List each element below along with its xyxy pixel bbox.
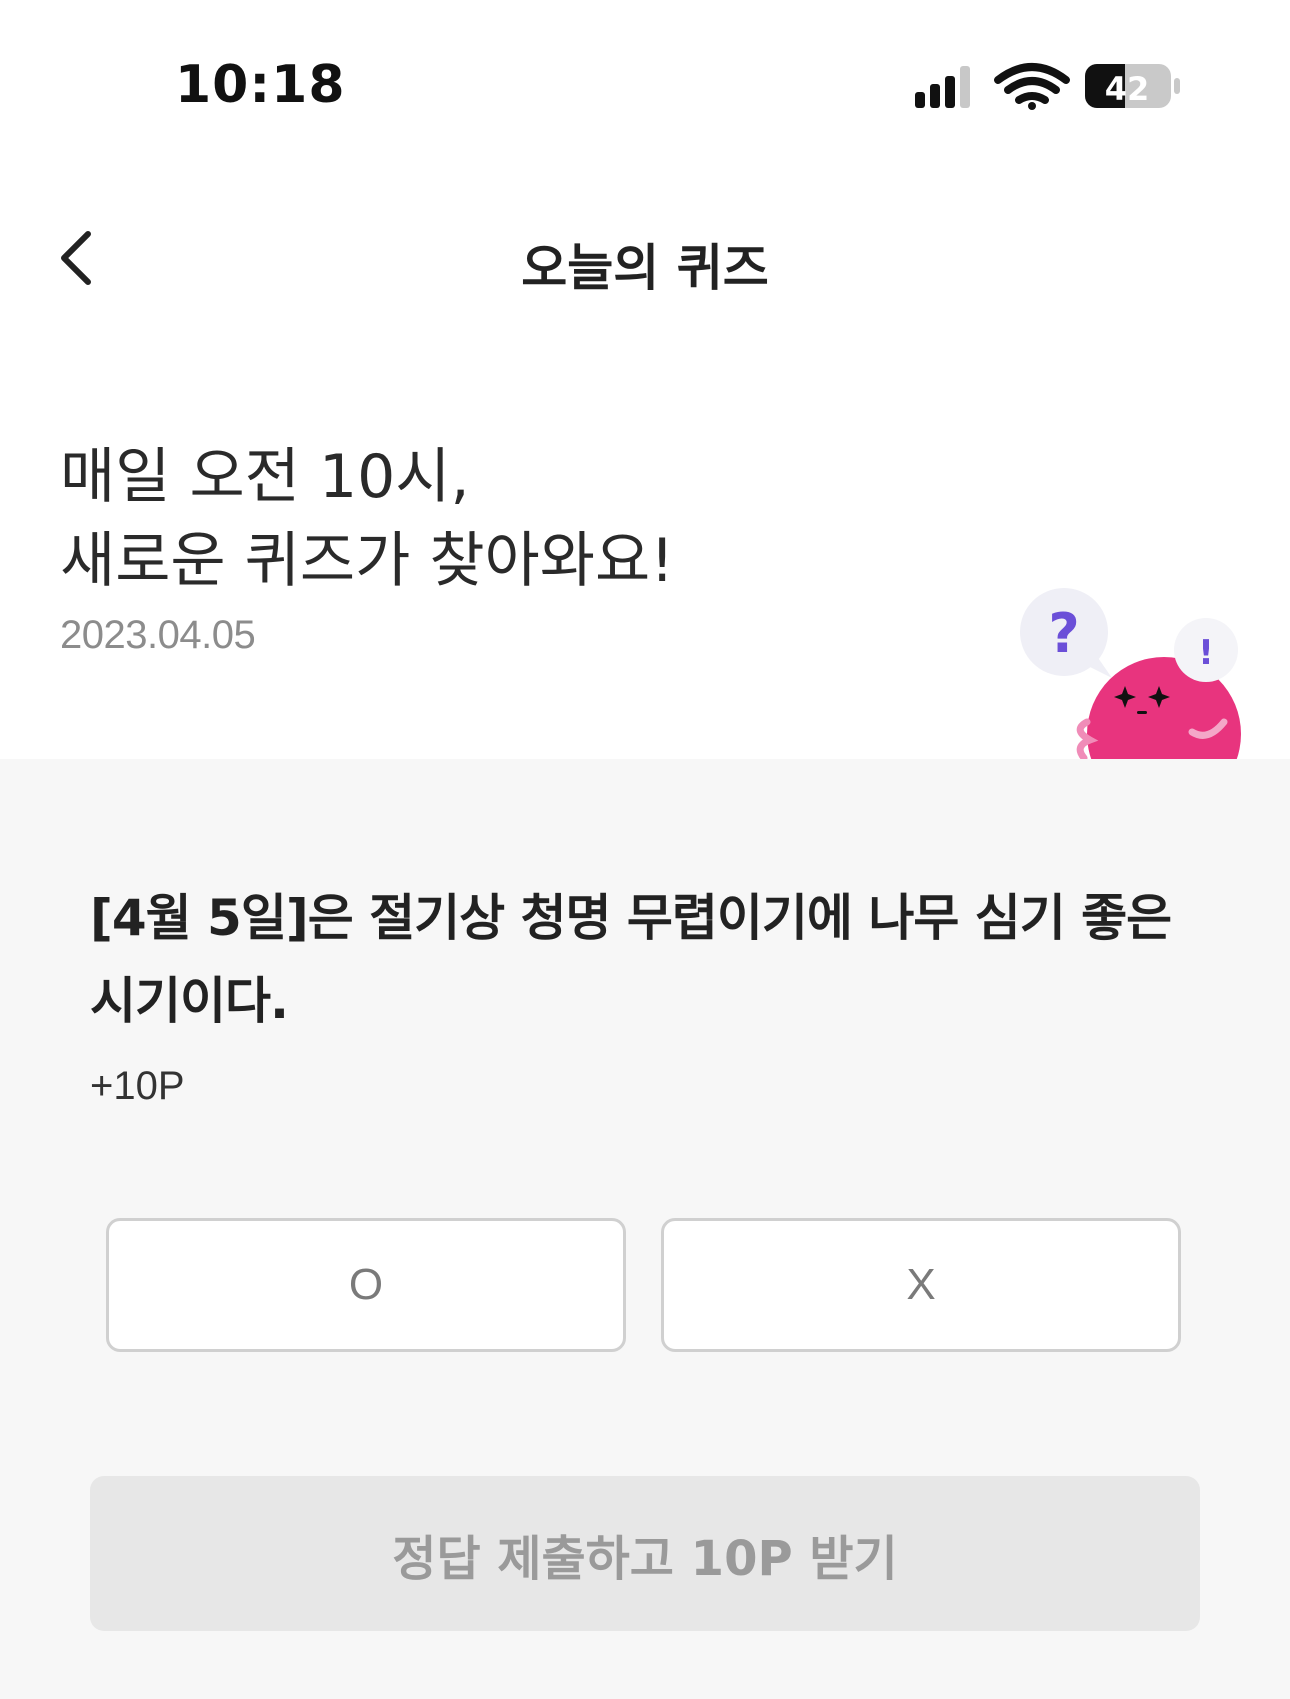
mascot-illustration: ? ! [1020, 588, 1241, 760]
status-bar: 10:18 42 [0, 0, 1290, 170]
svg-text:?: ? [1048, 602, 1079, 665]
submit-answer-label: 정답 제출하고 10P 받기 [392, 1530, 898, 1587]
quiz-date: 2023.04.05 [60, 613, 256, 657]
answer-o-label: O [348, 1260, 384, 1309]
nav-bar: 오늘의 퀴즈 [0, 190, 1290, 330]
exclamation-bubble-icon: ! [1174, 618, 1238, 682]
intro-line-1: 매일 오전 10시, [60, 442, 470, 512]
status-time: 10:18 [175, 55, 346, 115]
answer-x-button[interactable]: X [661, 1218, 1181, 1352]
reward-points: +10P [90, 1064, 185, 1108]
cellular-signal-icon [915, 66, 970, 108]
svg-text:!: ! [1198, 633, 1214, 673]
status-icons: 42 [915, 63, 1180, 110]
page-title: 오늘의 퀴즈 [521, 239, 769, 297]
quiz-question: [4월 5일]은 절기상 청명 무렵이기에 나무 심기 좋은 시기이다. [90, 889, 1172, 1030]
battery-icon: 42 [1085, 64, 1180, 108]
submit-answer-button[interactable]: 정답 제출하고 10P 받기 [90, 1476, 1200, 1631]
battery-level: 42 [1105, 70, 1150, 108]
intro-section: 매일 오전 10시, 새로운 퀴즈가 찾아와요! 2023.04.05 [60, 435, 960, 658]
question-bubble-icon: ? [1020, 588, 1112, 678]
answer-o-button[interactable]: O [106, 1218, 626, 1352]
intro-line-2: 새로운 퀴즈가 찾아와요! [60, 526, 675, 596]
quiz-panel: [4월 5일]은 절기상 청명 무렵이기에 나무 심기 좋은 시기이다. +10… [0, 759, 1290, 1699]
answer-x-label: X [906, 1260, 936, 1309]
wifi-icon [994, 63, 1070, 110]
